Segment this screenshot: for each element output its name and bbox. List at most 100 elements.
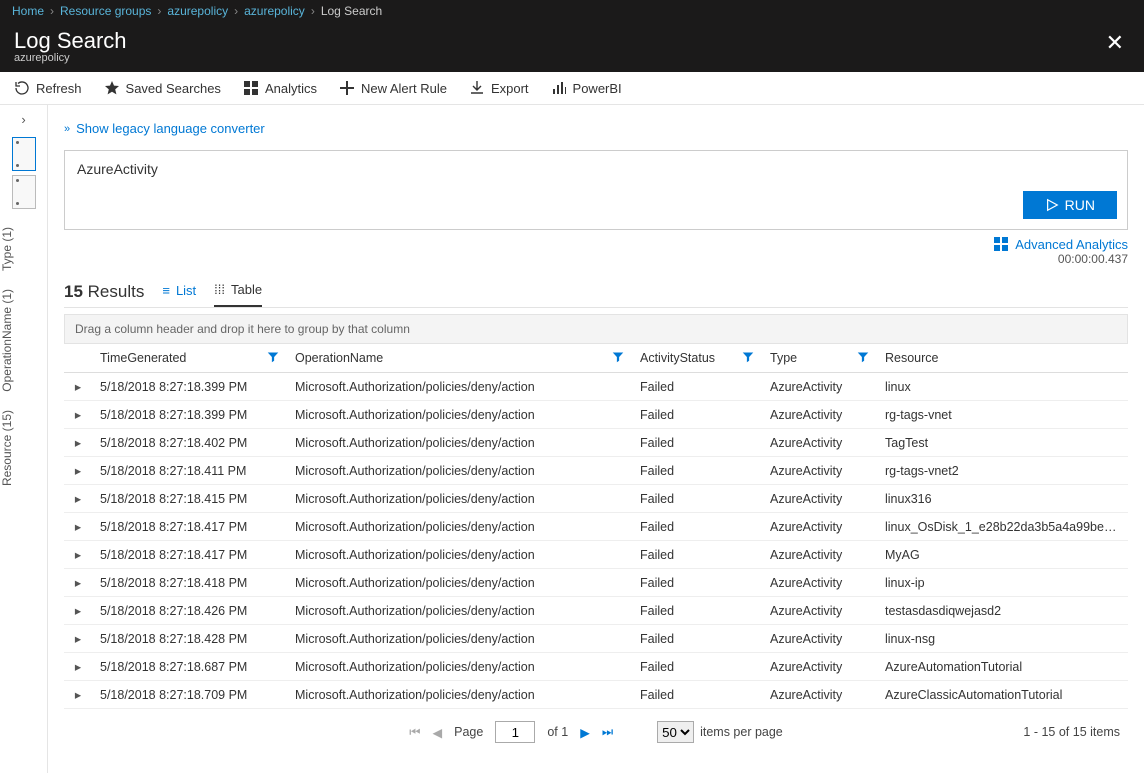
cell-status: Failed [632,597,762,625]
list-view-toggle[interactable]: ≡ List [162,277,196,306]
table-row[interactable]: ▸5/18/2018 8:27:18.399 PMMicrosoft.Autho… [64,401,1128,429]
expand-row-button[interactable]: ▸ [64,653,92,681]
table-row[interactable]: ▸5/18/2018 8:27:18.417 PMMicrosoft.Autho… [64,541,1128,569]
items-per-page-select[interactable]: 50 [657,721,694,743]
expand-row-button[interactable]: ▸ [64,457,92,485]
prev-page-button[interactable]: ◀ [433,725,443,740]
grid-icon [993,236,1009,252]
expand-row-button[interactable]: ▸ [64,625,92,653]
close-button[interactable]: ✕ [1100,28,1130,58]
expand-row-button[interactable]: ▸ [64,429,92,457]
table-row[interactable]: ▸5/18/2018 8:27:18.411 PMMicrosoft.Autho… [64,457,1128,485]
cell-status: Failed [632,513,762,541]
play-icon [1045,198,1059,212]
breadcrumb: Home› Resource groups› azurepolicy› azur… [0,0,1144,22]
saved-searches-button[interactable]: Saved Searches [104,80,221,96]
ipp-label: items per page [700,725,783,739]
cell-time: 5/18/2018 8:27:18.417 PM [92,513,287,541]
cell-op: Microsoft.Authorization/policies/deny/ac… [287,401,632,429]
group-drop-area[interactable]: Drag a column header and drop it here to… [64,314,1128,343]
filter-icon[interactable] [742,351,754,366]
powerbi-button[interactable]: PowerBI [551,80,622,96]
cell-resource: linux-nsg [877,625,1128,653]
expand-row-button[interactable]: ▸ [64,373,92,401]
page-input[interactable] [495,721,535,743]
expand-row-button[interactable]: ▸ [64,541,92,569]
last-page-button[interactable]: ⏭ [602,725,613,740]
crumb-azp2[interactable]: azurepolicy [244,4,305,18]
chevron-double-icon: » [64,123,70,135]
cell-type: AzureActivity [762,681,877,709]
expand-panel-button[interactable]: › [0,105,47,133]
page-title: Log Search [14,28,127,54]
legacy-converter-link[interactable]: » Show legacy language converter [64,121,1128,136]
expand-row-button[interactable]: ▸ [64,681,92,709]
run-button[interactable]: RUN [1023,191,1117,219]
cell-type: AzureActivity [762,457,877,485]
col-timegenerated[interactable]: TimeGenerated [92,344,287,373]
table-icon: ⁞⁞⁞ [214,282,225,297]
expand-row-button[interactable]: ▸ [64,569,92,597]
cell-resource: AzureClassicAutomationTutorial [877,681,1128,709]
filter-thumb-1[interactable] [12,137,36,171]
cell-type: AzureActivity [762,485,877,513]
of-label: of 1 [547,725,568,739]
cell-status: Failed [632,681,762,709]
crumb-azp1[interactable]: azurepolicy [167,4,228,18]
table-row[interactable]: ▸5/18/2018 8:27:18.402 PMMicrosoft.Autho… [64,429,1128,457]
analytics-button[interactable]: Analytics [243,80,317,96]
table-row[interactable]: ▸5/18/2018 8:27:18.428 PMMicrosoft.Autho… [64,625,1128,653]
table-row[interactable]: ▸5/18/2018 8:27:18.426 PMMicrosoft.Autho… [64,597,1128,625]
pager-summary: 1 - 15 of 15 items [1023,725,1120,739]
expand-row-button[interactable]: ▸ [64,401,92,429]
table-row[interactable]: ▸5/18/2018 8:27:18.418 PMMicrosoft.Autho… [64,569,1128,597]
query-editor[interactable]: AzureActivity RUN [64,150,1128,230]
cell-resource: TagTest [877,429,1128,457]
cell-resource: linux_OsDisk_1_e28b22da3b5a4a99bebf4d2c [877,513,1128,541]
col-activitystatus[interactable]: ActivityStatus [632,344,762,373]
cell-status: Failed [632,541,762,569]
new-alert-button[interactable]: New Alert Rule [339,80,447,96]
cell-status: Failed [632,457,762,485]
cell-type: AzureActivity [762,597,877,625]
col-operationname[interactable]: OperationName [287,344,632,373]
cell-type: AzureActivity [762,373,877,401]
cell-time: 5/18/2018 8:27:18.399 PM [92,401,287,429]
first-page-button[interactable]: ⏮ [409,725,420,740]
cell-type: AzureActivity [762,513,877,541]
export-button[interactable]: Export [469,80,529,96]
blade-header: Log Search azurepolicy ✕ [0,22,1144,72]
refresh-icon [14,80,30,96]
query-timing: 00:00:00.437 [64,252,1128,266]
cell-time: 5/18/2018 8:27:18.415 PM [92,485,287,513]
expand-row-button[interactable]: ▸ [64,485,92,513]
cell-status: Failed [632,401,762,429]
crumb-rg[interactable]: Resource groups [60,4,151,18]
table-view-toggle[interactable]: ⁞⁞⁞ Table [214,276,262,307]
crumb-home[interactable]: Home [12,4,44,18]
table-row[interactable]: ▸5/18/2018 8:27:18.417 PMMicrosoft.Autho… [64,513,1128,541]
filter-thumb-2[interactable] [12,175,36,209]
refresh-button[interactable]: Refresh [14,80,82,96]
next-page-button[interactable]: ▶ [580,725,590,740]
expand-row-button[interactable]: ▸ [64,513,92,541]
filter-icon[interactable] [612,351,624,366]
expand-row-button[interactable]: ▸ [64,597,92,625]
table-row[interactable]: ▸5/18/2018 8:27:18.687 PMMicrosoft.Autho… [64,653,1128,681]
cell-op: Microsoft.Authorization/policies/deny/ac… [287,485,632,513]
grid-icon [243,80,259,96]
col-resource[interactable]: Resource [877,344,1128,373]
side-panel: › Type (1) OperationName (1) Resource (1… [0,105,48,773]
table-row[interactable]: ▸5/18/2018 8:27:18.399 PMMicrosoft.Autho… [64,373,1128,401]
filter-icon[interactable] [267,351,279,366]
col-type[interactable]: Type [762,344,877,373]
filter-icon[interactable] [857,351,869,366]
table-row[interactable]: ▸5/18/2018 8:27:18.415 PMMicrosoft.Autho… [64,485,1128,513]
result-count: 15 Results [64,282,144,302]
cell-time: 5/18/2018 8:27:18.418 PM [92,569,287,597]
advanced-analytics-link[interactable]: Advanced Analytics [993,236,1128,252]
cell-resource: MyAG [877,541,1128,569]
cell-op: Microsoft.Authorization/policies/deny/ac… [287,681,632,709]
cell-resource: linux [877,373,1128,401]
table-row[interactable]: ▸5/18/2018 8:27:18.709 PMMicrosoft.Autho… [64,681,1128,709]
